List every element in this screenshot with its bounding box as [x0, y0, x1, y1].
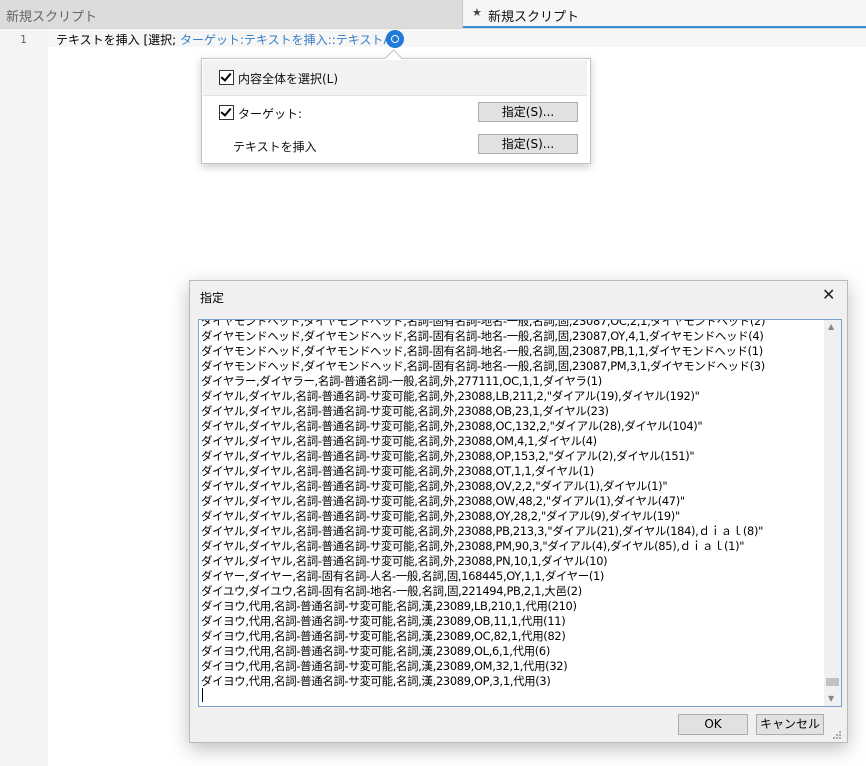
- options-popup: 内容全体を選択(L) ターゲット: 指定(S)... テキストを挿入 指定(S)…: [201, 49, 591, 164]
- tab-script-2[interactable]: ★ 新規スクリプト: [463, 0, 866, 28]
- select-all-checkbox[interactable]: [219, 70, 234, 85]
- close-icon[interactable]: ✕: [822, 285, 835, 304]
- ok-button[interactable]: OK: [678, 714, 748, 735]
- specify-dialog: 指定 ✕ ダイヤモンドヘッド,ダイヤモンドヘッド,名詞-固有名詞-地名-一般,名…: [189, 280, 848, 743]
- text-line: ダイヤル,ダイヤル,名詞-普通名詞-サ変可能,名詞,外,23088,PN,10,…: [201, 554, 608, 568]
- tab-bar: 新規スクリプト ★ 新規スクリプト: [0, 0, 866, 29]
- text-line: ダイヤル,ダイヤル,名詞-普通名詞-サ変可能,名詞,外,23088,OT,1,1…: [201, 464, 594, 478]
- tab-script-1[interactable]: 新規スクリプト: [0, 0, 463, 28]
- text-line: ダイヤル,ダイヤル,名詞-普通名詞-サ変可能,名詞,外,23088,OB,23,…: [201, 404, 609, 418]
- text-line: ダイヨウ,代用,名詞-普通名詞-サ変可能,名詞,漢,23089,OP,3,1,代…: [201, 674, 551, 688]
- text-line: ダイヤル,ダイヤル,名詞-普通名詞-サ変可能,名詞,外,23088,LB,211…: [201, 389, 700, 403]
- text-line: ダイヤモンドヘッド,ダイヤモンドヘッド,名詞-固有名詞-地名-一般,名詞,固,2…: [201, 344, 763, 358]
- text-line: ダイヨウ,代用,名詞-普通名詞-サ変可能,名詞,漢,23089,OM,32,1,…: [201, 659, 568, 673]
- code-command: テキストを挿入 [選択;: [56, 33, 180, 47]
- select-all-row[interactable]: 内容全体を選択(L): [203, 60, 587, 96]
- text-line: ダイヤモンドヘッド,ダイヤモンドヘッド,名詞-固有名詞-地名-一般,名詞,固,2…: [201, 329, 764, 343]
- text-line: ダイヤル,ダイヤル,名詞-普通名詞-サ変可能,名詞,外,23088,PM,90,…: [201, 539, 745, 553]
- target-label: ターゲット:: [238, 107, 303, 121]
- text-line: ダイヤル,ダイヤル,名詞-普通名詞-サ変可能,名詞,外,23088,OY,28,…: [201, 509, 680, 523]
- text-line: ダイヤラー,ダイヤラー,名詞-普通名詞-一般,名詞,外,277111,OC,1,…: [201, 374, 602, 388]
- text-line: ダイヤル,ダイヤル,名詞-普通名詞-サ変可能,名詞,外,23088,OC,132…: [201, 419, 703, 433]
- code-target-keyword: ターゲット:テキストを挿入::テキストA: [180, 33, 392, 47]
- dialog-title: 指定: [200, 291, 225, 305]
- resize-grip-icon[interactable]: [830, 728, 842, 740]
- line-number: 1: [20, 33, 27, 46]
- text-line: ダイヨウ,代用,名詞-普通名詞-サ変可能,名詞,漢,23089,OL,6,1,代…: [201, 644, 550, 658]
- vertical-scrollbar[interactable]: ▲ ▼: [824, 320, 841, 706]
- line-number-gutter: [0, 29, 48, 766]
- select-all-label: 内容全体を選択(L): [238, 72, 339, 86]
- tab-label: 新規スクリプト: [488, 10, 580, 25]
- text-line: ダイヤル,ダイヤル,名詞-普通名詞-サ変可能,名詞,外,23088,OW,48,…: [201, 494, 685, 508]
- text-line: ダイヤル,ダイヤル,名詞-普通名詞-サ変可能,名詞,外,23088,PB,213…: [201, 524, 764, 538]
- scroll-down-icon[interactable]: ▼: [828, 694, 834, 703]
- text-line: ダイユウ,ダイユウ,名詞-固有名詞-地名-一般,名詞,固,221494,PB,2…: [201, 584, 582, 598]
- text-cursor: [202, 688, 203, 702]
- text-line: ダイヤモンドヘッド,ダイヤモンドヘッド,名詞-固有名詞-地名-一般,名詞,固,2…: [201, 319, 766, 328]
- text-content-area[interactable]: ダイヤモンドヘッド,ダイヤモンドヘッド,名詞-固有名詞-地名-一般,名詞,固,2…: [198, 319, 842, 707]
- text-line: ダイヤモンドヘッド,ダイヤモンドヘッド,名詞-固有名詞-地名-一般,名詞,固,2…: [201, 359, 765, 373]
- text-line: ダイヨウ,代用,名詞-普通名詞-サ変可能,名詞,漢,23089,LB,210,1…: [201, 599, 577, 613]
- scroll-up-icon[interactable]: ▲: [828, 322, 834, 331]
- insert-text-label: テキストを挿入: [233, 140, 317, 154]
- text-line: ダイヤル,ダイヤル,名詞-普通名詞-サ変可能,名詞,外,23088,OV,2,2…: [201, 479, 668, 493]
- text-line: ダイヨウ,代用,名詞-普通名詞-サ変可能,名詞,漢,23089,OB,11,1,…: [201, 614, 566, 628]
- text-lines: ダイヤモンドヘッド,ダイヤモンドヘッド,名詞-固有名詞-地名-一般,名詞,固,2…: [201, 319, 821, 689]
- insert-text-specify-button[interactable]: 指定(S)...: [478, 134, 578, 154]
- star-icon: ★: [472, 6, 482, 19]
- text-line: ダイヤー,ダイヤー,名詞-固有名詞-人名-一般,名詞,固,168445,OY,1…: [201, 569, 605, 583]
- text-line: ダイヤル,ダイヤル,名詞-普通名詞-サ変可能,名詞,外,23088,OP,153…: [201, 449, 695, 463]
- cancel-button[interactable]: キャンセル: [756, 714, 824, 735]
- scroll-thumb[interactable]: [826, 678, 839, 686]
- text-line: ダイヨウ,代用,名詞-普通名詞-サ変可能,名詞,漢,23089,OC,82,1,…: [201, 629, 566, 643]
- script-line[interactable]: テキストを挿入 [選択; ターゲット:テキストを挿入::テキストA]: [56, 31, 396, 48]
- text-line: ダイヤル,ダイヤル,名詞-普通名詞-サ変可能,名詞,外,23088,OM,4,1…: [201, 434, 597, 448]
- target-checkbox[interactable]: [219, 105, 234, 120]
- gear-icon[interactable]: [386, 30, 404, 48]
- tab-label: 新規スクリプト: [6, 10, 98, 25]
- target-specify-button[interactable]: 指定(S)...: [478, 102, 578, 122]
